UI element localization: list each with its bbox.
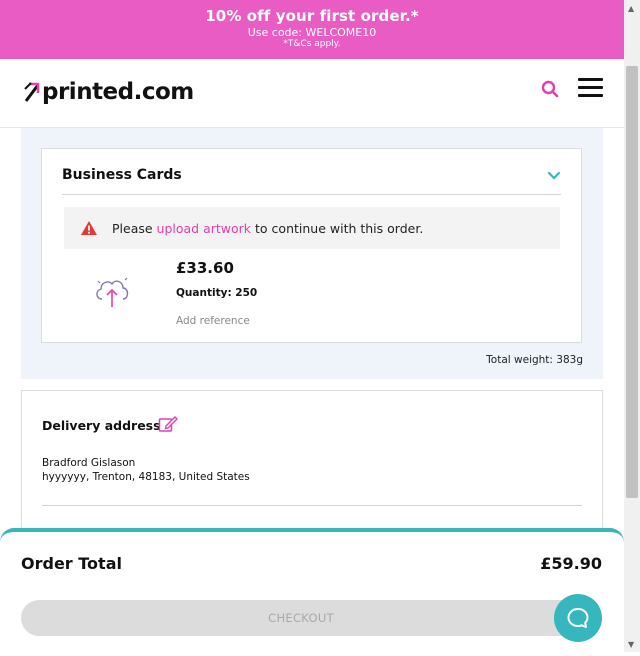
product-card: Business Cards Please upload artwork to … xyxy=(41,148,582,343)
chevron-down-icon[interactable] xyxy=(547,169,561,181)
warning-icon xyxy=(81,221,97,235)
site-logo[interactable]: printed.com xyxy=(24,79,194,105)
address-line: hyyyyyy, Trenton, 48183, United States xyxy=(42,471,250,483)
promo-terms: *T&Cs apply. xyxy=(283,39,341,49)
alert-suffix: to continue with this order. xyxy=(251,220,424,236)
scroll-down-arrow-icon[interactable]: ▼ xyxy=(628,640,634,649)
scrollbar-thumb[interactable] xyxy=(626,66,638,498)
divider xyxy=(62,194,561,195)
cart-panel: Business Cards Please upload artwork to … xyxy=(21,128,603,379)
divider xyxy=(42,505,582,506)
product-quantity: Quantity: 250 xyxy=(176,287,258,299)
product-title: Business Cards xyxy=(62,167,182,183)
order-total-value: £59.90 xyxy=(540,554,602,573)
delivery-address-title: Delivery address xyxy=(42,418,161,433)
address-name: Bradford Gislason xyxy=(42,457,136,469)
scroll-up-arrow-icon[interactable]: ▲ xyxy=(628,4,634,13)
order-total-label: Order Total xyxy=(21,554,122,573)
chat-button[interactable] xyxy=(554,594,602,642)
search-icon[interactable] xyxy=(541,80,559,98)
promo-code: Use code: WELCOME10 xyxy=(247,26,377,39)
total-weight: Total weight: 383g xyxy=(486,354,583,366)
chat-bubble-icon xyxy=(567,608,589,628)
checkout-button[interactable]: CHECKOUT xyxy=(21,600,581,636)
upload-artwork-link[interactable]: upload artwork xyxy=(157,221,252,236)
page-scrollbar[interactable]: ▲ ▼ xyxy=(624,0,640,652)
alert-message: Please upload artwork to continue with t… xyxy=(112,221,423,236)
promo-banner: 10% off your first order.* Use code: WEL… xyxy=(0,0,624,59)
alert-prefix: Please xyxy=(112,220,157,236)
add-reference-link[interactable]: Add reference xyxy=(176,315,250,327)
cloud-upload-icon[interactable] xyxy=(92,273,132,309)
order-footer: Order Total £59.90 CHECKOUT xyxy=(0,528,624,656)
product-price: £33.60 xyxy=(176,259,234,277)
promo-headline: 10% off your first order.* xyxy=(205,7,419,25)
site-header: printed.com xyxy=(0,59,624,128)
artwork-alert: Please upload artwork to continue with t… xyxy=(64,207,560,249)
edit-icon[interactable] xyxy=(158,415,178,433)
logo-text: printed.com xyxy=(42,79,194,105)
hamburger-menu-icon[interactable] xyxy=(578,78,603,98)
logo-mark-icon xyxy=(24,82,40,102)
